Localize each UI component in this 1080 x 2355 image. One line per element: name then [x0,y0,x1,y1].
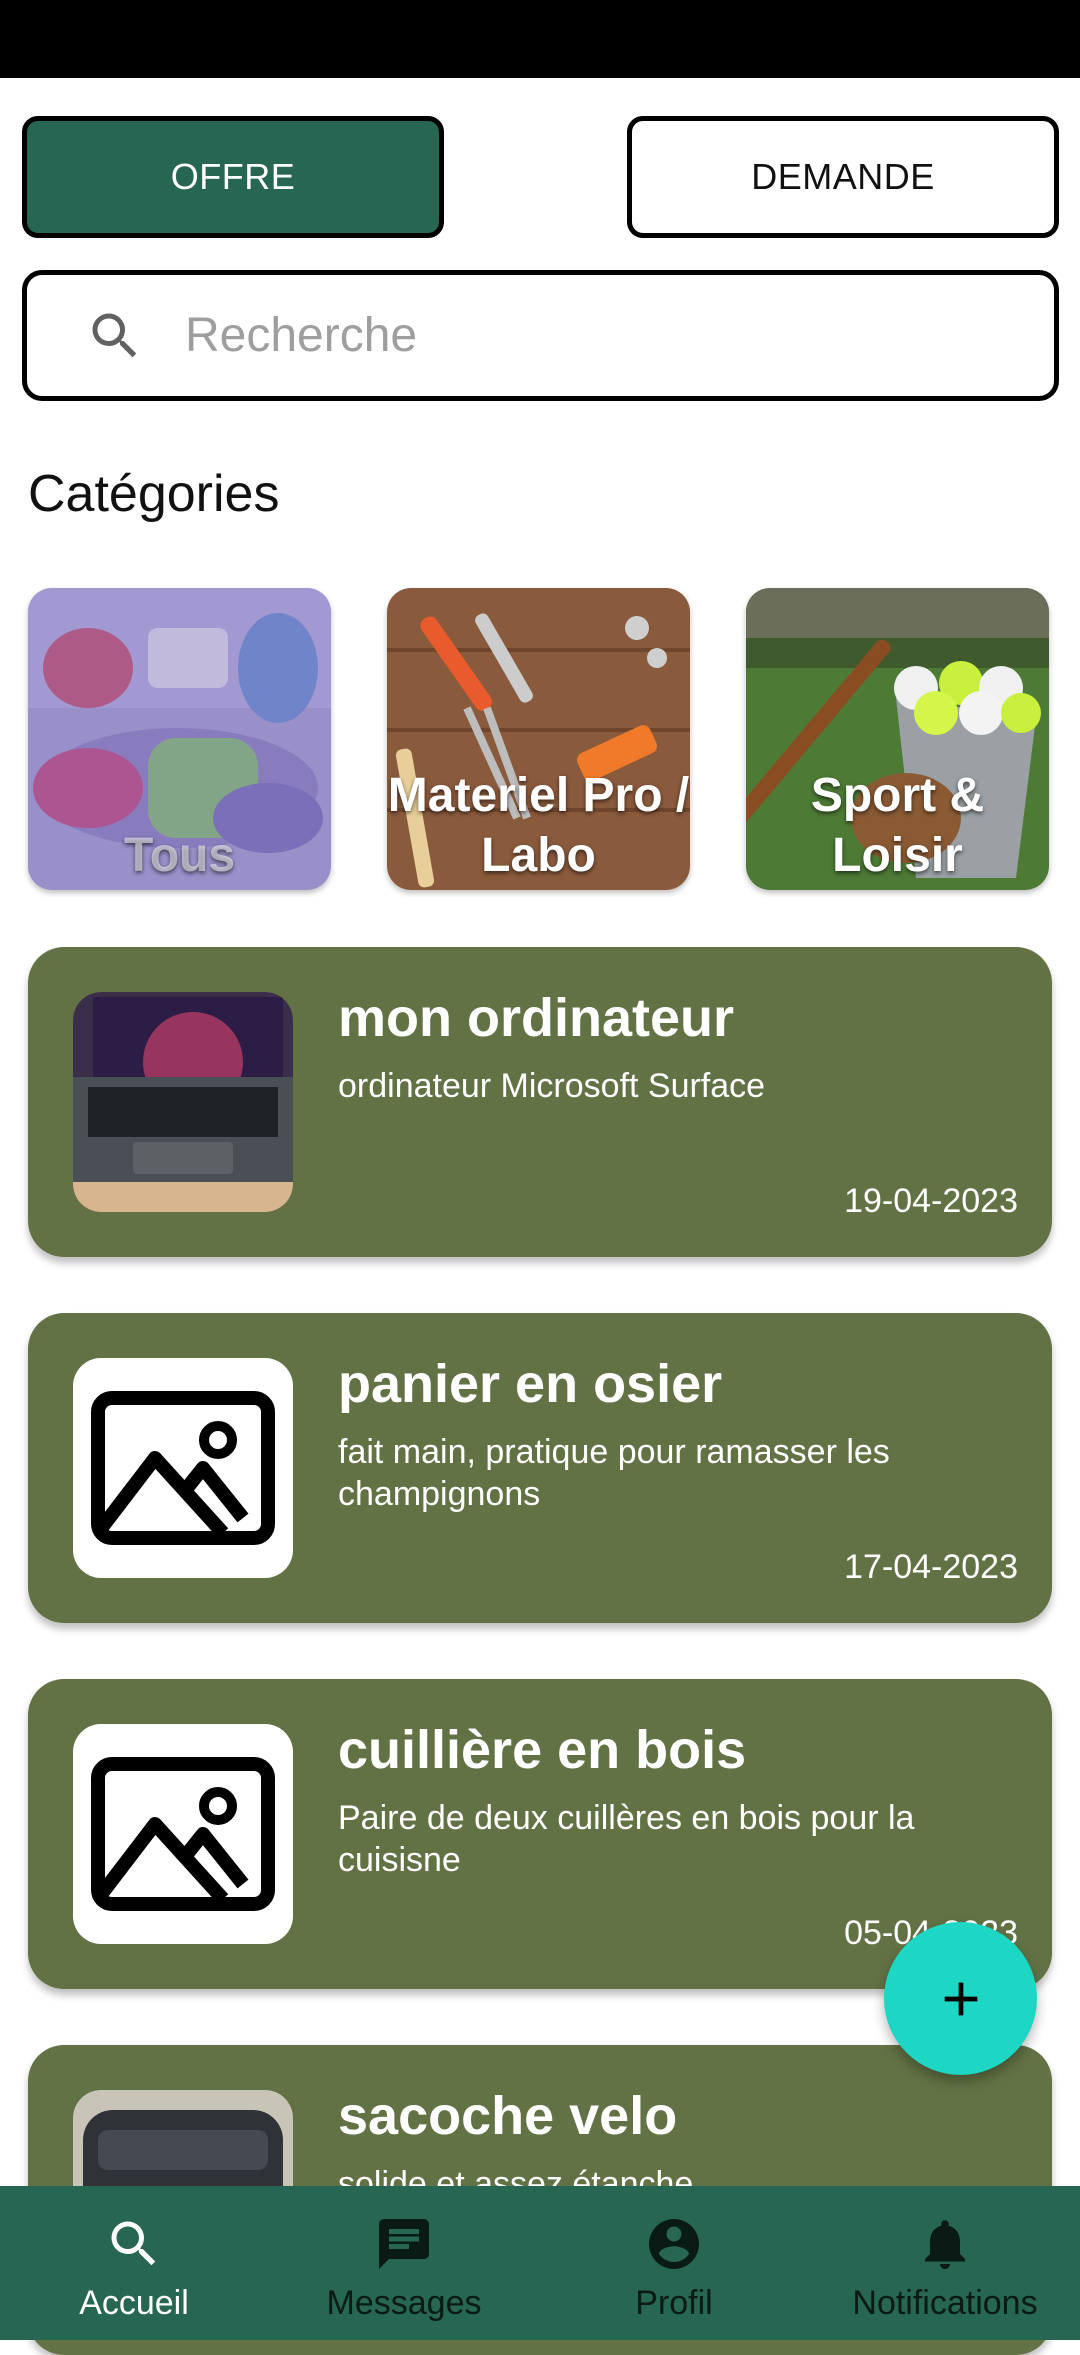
listing-photo [73,992,293,1212]
offre-button[interactable]: OFFRE [22,116,444,238]
listing-photo-placeholder [73,1724,293,1944]
listing-title: mon ordinateur [338,988,735,1048]
category-label: Materiel Pro / Labo [387,769,690,882]
nav-label: Messages [326,2284,482,2322]
add-listing-button[interactable] [884,1922,1037,2075]
demande-button[interactable]: DEMANDE [627,116,1059,238]
nav-label: Profil [635,2284,713,2322]
category-label: Tous [123,829,236,882]
category-materiel-pro-labo[interactable]: Materiel Pro / Labo [387,588,690,890]
account-circle-icon [649,2219,699,2269]
category-tous[interactable]: Tous [28,588,331,890]
bottom-navigation: Accueil Messages Profil Notifications [0,2186,1080,2340]
listing-title: panier en osier [338,1354,723,1414]
listing-title: sacoche velo [338,2086,678,2146]
nav-label: Notifications [852,2284,1038,2322]
listing-card[interactable]: mon ordinateur ordinateur Microsoft Surf… [28,947,1052,1257]
listing-description: Paire de deux cuillères en bois pour la … [338,1799,915,1879]
nav-item-accueil[interactable]: Accueil [54,2186,214,2340]
category-label: Sport & Loisir [810,769,985,882]
listing-card[interactable]: panier en osier fait main, pratique pour… [28,1313,1052,1623]
nav-item-messages[interactable]: Messages [314,2186,494,2340]
bell-icon [925,2220,965,2269]
search-bar[interactable] [22,270,1059,401]
listing-date: 19-04-2023 [844,1182,1018,1220]
search-input[interactable] [183,307,1007,364]
search-icon [111,2221,156,2266]
categories-title: Catégories [28,465,280,523]
listing-description: ordinateur Microsoft Surface [338,1067,766,1105]
nav-item-profil[interactable]: Profil [594,2186,754,2340]
category-sport-loisir[interactable]: Sport & Loisir [746,588,1049,890]
message-icon [379,2219,429,2269]
plus-icon [944,1982,977,2015]
nav-label: Accueil [79,2284,189,2322]
listing-photo-placeholder [73,1358,293,1578]
listing-title: cuillière en bois [338,1720,747,1780]
listing-date: 17-04-2023 [844,1548,1018,1586]
listing-card[interactable]: cuillière en bois Paire de deux cuillère… [28,1679,1052,1989]
image-placeholder-icon [91,1391,275,1545]
listing-description: fait main, pratique pour ramasser les ch… [338,1433,890,1513]
search-icon [92,313,137,357]
image-placeholder-icon [91,1757,275,1911]
status-bar [0,0,1080,78]
nav-item-notifications[interactable]: Notifications [835,2186,1055,2340]
laptop-photo [73,992,293,1212]
